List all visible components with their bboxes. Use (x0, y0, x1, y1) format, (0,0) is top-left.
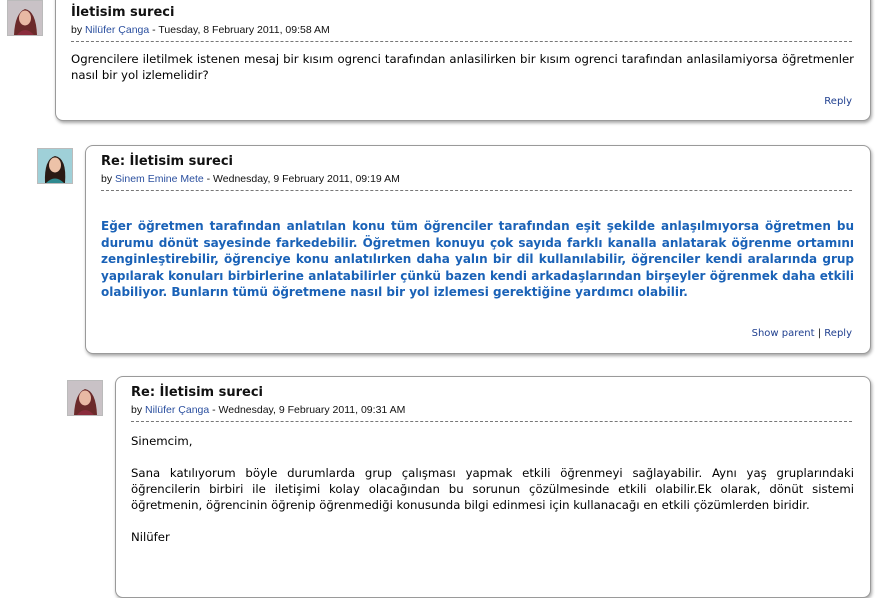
avatar[interactable] (67, 380, 103, 416)
separator (131, 421, 852, 422)
post-date: - Wednesday, 9 February 2011, 09:31 AM (209, 404, 406, 416)
forum-post: Re: İletisim sureci by Nilüfer Çanga - W… (0, 0, 875, 598)
post-greeting: Sinemcim, (131, 434, 193, 448)
post-byline: by Nilüfer Çanga - Wednesday, 9 February… (131, 404, 405, 416)
author-link[interactable]: Nilüfer Çanga (145, 404, 209, 416)
post-content: Sinemcim, Sana katılıyorum böyle durumla… (131, 433, 854, 545)
post-subject: Re: İletisim sureci (131, 385, 263, 400)
avatar-image (68, 381, 102, 415)
post-signature: Nilüfer (131, 530, 170, 544)
post-box: Re: İletisim sureci by Nilüfer Çanga - W… (115, 376, 871, 598)
by-label: by (131, 404, 143, 416)
post-paragraph: Sana katılıyorum böyle durumlarda grup ç… (131, 466, 854, 512)
